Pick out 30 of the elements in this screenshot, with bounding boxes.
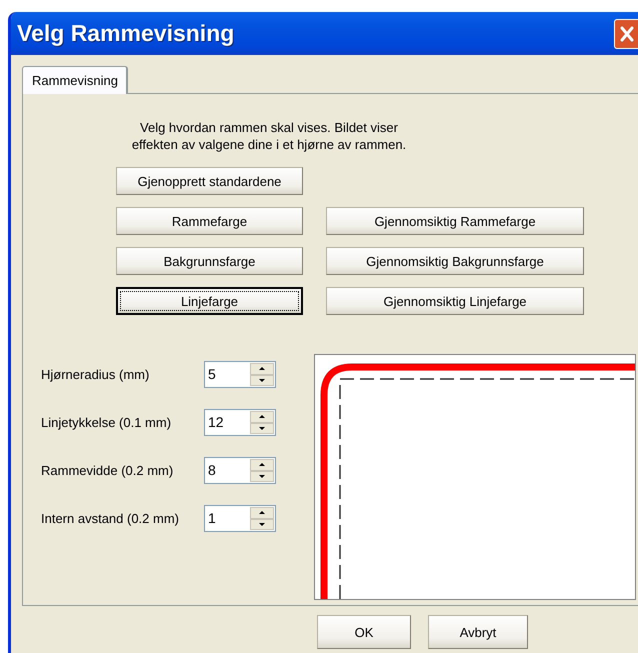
spin-up-button[interactable] <box>250 411 274 422</box>
spin-up-button[interactable] <box>250 507 274 518</box>
tab[interactable]: Rammevisning <box>22 66 128 94</box>
setting-label: Linjetykkelse (0.1 mm) <box>41 415 172 430</box>
color-button[interactable]: Gjennomsiktig Bakgrunnsfarge <box>326 247 584 275</box>
description-text: Velg hvordan rammen skal vises. Bildet viser effekten av valgene dine i et hjørne av rammen. <box>130 119 408 153</box>
spin-field[interactable]: 5 <box>204 361 276 388</box>
color-button[interactable]: Rammefarge <box>116 207 303 235</box>
color-button[interactable]: Gjennomsiktig Rammefarge <box>326 207 584 235</box>
spin-field[interactable]: 12 <box>204 409 276 436</box>
color-button[interactable]: Linjefarge <box>116 287 303 315</box>
spin-up-button[interactable] <box>250 363 274 374</box>
window-title: Velg Rammevisning <box>17 20 234 47</box>
ok-button[interactable]: OK <box>317 615 411 649</box>
close-button[interactable] <box>614 18 638 48</box>
setting-label: Rammevidde (0.2 mm) <box>41 463 174 478</box>
spin-down-button[interactable] <box>250 518 274 530</box>
close-icon <box>618 24 634 42</box>
cancel-button[interactable]: Avbryt <box>428 615 528 649</box>
setting-label: Hjørneradius (mm) <box>41 367 150 382</box>
color-button[interactable]: Gjennomsiktig Linjefarge <box>326 287 584 315</box>
spin-down-button[interactable] <box>250 422 274 434</box>
spin-down-button[interactable] <box>250 470 274 482</box>
color-button[interactable]: Bakgrunnsfarge <box>116 247 303 275</box>
setting-label: Intern avstand (0.2 mm) <box>41 511 180 526</box>
spin-up-button[interactable] <box>250 459 274 470</box>
spin-down-button[interactable] <box>250 374 274 386</box>
spin-field[interactable]: 1 <box>204 505 276 532</box>
spin-field[interactable]: 8 <box>204 457 276 484</box>
color-button[interactable]: Gjenopprett standardene <box>116 167 303 195</box>
